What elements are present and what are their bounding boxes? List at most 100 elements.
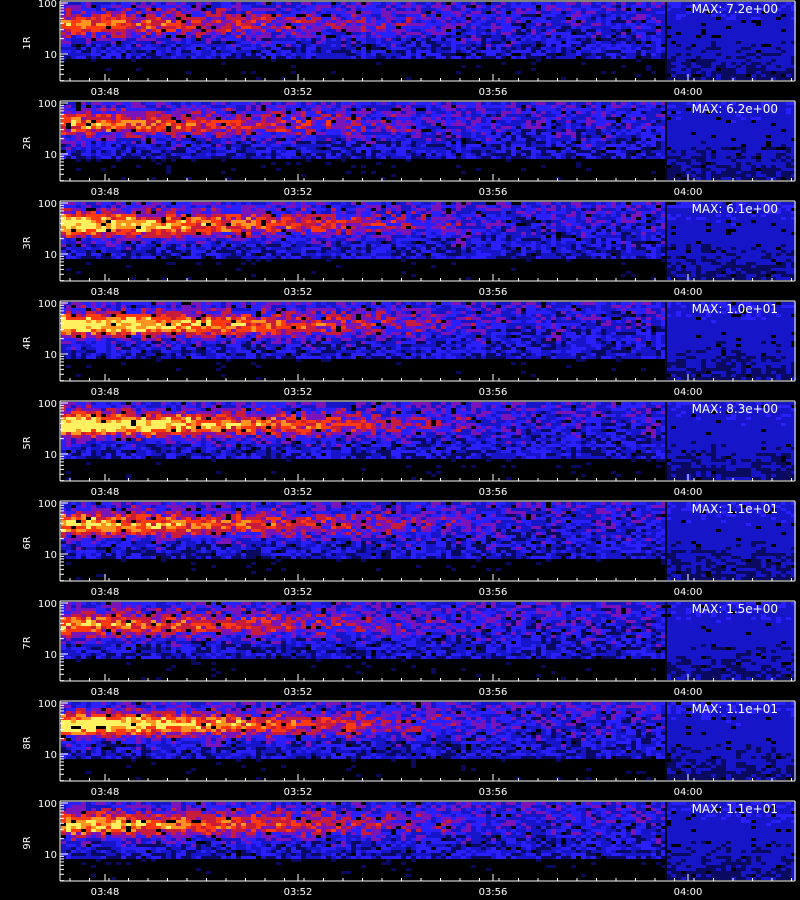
heatmap-cell	[421, 44, 426, 47]
heatmap-cell	[571, 50, 576, 53]
heatmap-cell	[766, 32, 771, 35]
heatmap-cell	[106, 108, 111, 111]
heatmap-cell	[496, 102, 501, 105]
heatmap-cell	[96, 11, 101, 14]
heatmap-cell	[401, 156, 406, 159]
heatmap-cell	[501, 144, 506, 147]
heatmap-cell	[96, 105, 101, 108]
heatmap-cell	[751, 41, 756, 44]
heatmap-cell	[151, 56, 156, 59]
heatmap-cell	[556, 105, 561, 108]
heatmap-cell	[146, 23, 151, 26]
heatmap-cell	[581, 108, 586, 111]
heatmap-cell	[556, 129, 561, 132]
heatmap-cell	[606, 41, 611, 44]
heatmap-cell	[411, 11, 416, 14]
heatmap-cell	[301, 35, 306, 38]
heatmap-cell	[511, 126, 516, 129]
heatmap-cell	[126, 105, 131, 108]
heatmap-cell	[91, 35, 96, 38]
heatmap-cell	[311, 117, 316, 120]
heatmap-cell	[501, 56, 506, 59]
heatmap-cell	[326, 120, 331, 123]
heatmap-cell	[351, 150, 356, 153]
heatmap-cell	[691, 50, 696, 53]
heatmap-cell	[466, 105, 471, 108]
heatmap-cell	[156, 150, 161, 153]
heatmap-cell	[641, 53, 646, 56]
heatmap-cell	[441, 114, 446, 117]
heatmap-cell	[576, 123, 581, 126]
heatmap-cell	[106, 23, 111, 26]
heatmap-cell	[361, 117, 366, 120]
heatmap-cell	[701, 41, 706, 44]
heatmap-cell	[196, 132, 201, 135]
heatmap-cell	[236, 132, 241, 135]
heatmap-cell	[286, 114, 291, 117]
heatmap-cell	[736, 62, 741, 65]
heatmap-cell	[146, 108, 151, 111]
heatmap-cell	[186, 150, 191, 153]
heatmap-cell	[366, 38, 371, 41]
heatmap-cell	[466, 14, 471, 17]
heatmap-cell	[146, 47, 151, 50]
heatmap-cell	[566, 102, 571, 105]
heatmap-cell	[461, 150, 466, 153]
heatmap-cell	[641, 2, 646, 5]
heatmap-cell	[591, 147, 596, 150]
heatmap-cell	[406, 50, 411, 53]
heatmap-cell	[346, 108, 351, 111]
heatmap-cell	[126, 44, 131, 47]
heatmap-cell	[221, 50, 226, 53]
heatmap-cell	[326, 156, 331, 159]
heatmap-cell	[186, 26, 191, 29]
heatmap-cell	[646, 11, 651, 14]
heatmap-cell	[491, 23, 496, 26]
heatmap-cell	[311, 47, 316, 50]
heatmap-cell	[131, 35, 136, 38]
heatmap-cell	[651, 20, 656, 23]
heatmap-cell	[386, 153, 391, 156]
heatmap-cell	[311, 105, 316, 108]
heatmap-cell	[266, 17, 271, 20]
heatmap-cell	[421, 147, 426, 150]
heatmap-cell	[446, 117, 451, 120]
heatmap-cell	[91, 153, 96, 156]
heatmap-cell	[736, 41, 741, 44]
heatmap-cell	[631, 8, 636, 11]
heatmap-cell	[196, 50, 201, 53]
heatmap-cell	[616, 32, 621, 35]
heatmap-cell	[81, 108, 86, 111]
heatmap-cell	[336, 11, 341, 14]
heatmap-cell	[206, 11, 211, 14]
heatmap-cell	[226, 20, 231, 23]
heatmap-cell	[246, 5, 251, 8]
heatmap-cell	[281, 41, 286, 44]
heatmap-cell	[451, 144, 456, 147]
heatmap-cell	[581, 20, 586, 23]
heatmap-cell	[331, 50, 336, 53]
heatmap-cell	[556, 156, 561, 159]
heatmap-cell	[346, 102, 351, 105]
heatmap-cell	[496, 156, 501, 159]
heatmap-cell	[466, 111, 471, 114]
heatmap-cell	[626, 23, 631, 26]
heatmap-cell	[156, 156, 161, 159]
heatmap-cell	[331, 71, 336, 74]
heatmap-cell	[516, 5, 521, 8]
heatmap-cell	[76, 29, 81, 32]
heatmap-cell	[91, 17, 96, 20]
heatmap-cell	[601, 123, 606, 126]
heatmap-cell	[136, 120, 141, 123]
heatmap-cell	[756, 71, 761, 74]
heatmap-cell	[551, 29, 556, 32]
heatmap-cell	[141, 35, 146, 38]
heatmap-cell	[621, 50, 626, 53]
heatmap-cell	[721, 68, 726, 71]
heatmap-cell	[216, 105, 221, 108]
heatmap-cell	[486, 26, 491, 29]
heatmap-cell	[541, 144, 546, 147]
heatmap-cell	[671, 11, 676, 14]
heatmap-cell	[146, 123, 151, 126]
heatmap-cell	[366, 150, 371, 153]
